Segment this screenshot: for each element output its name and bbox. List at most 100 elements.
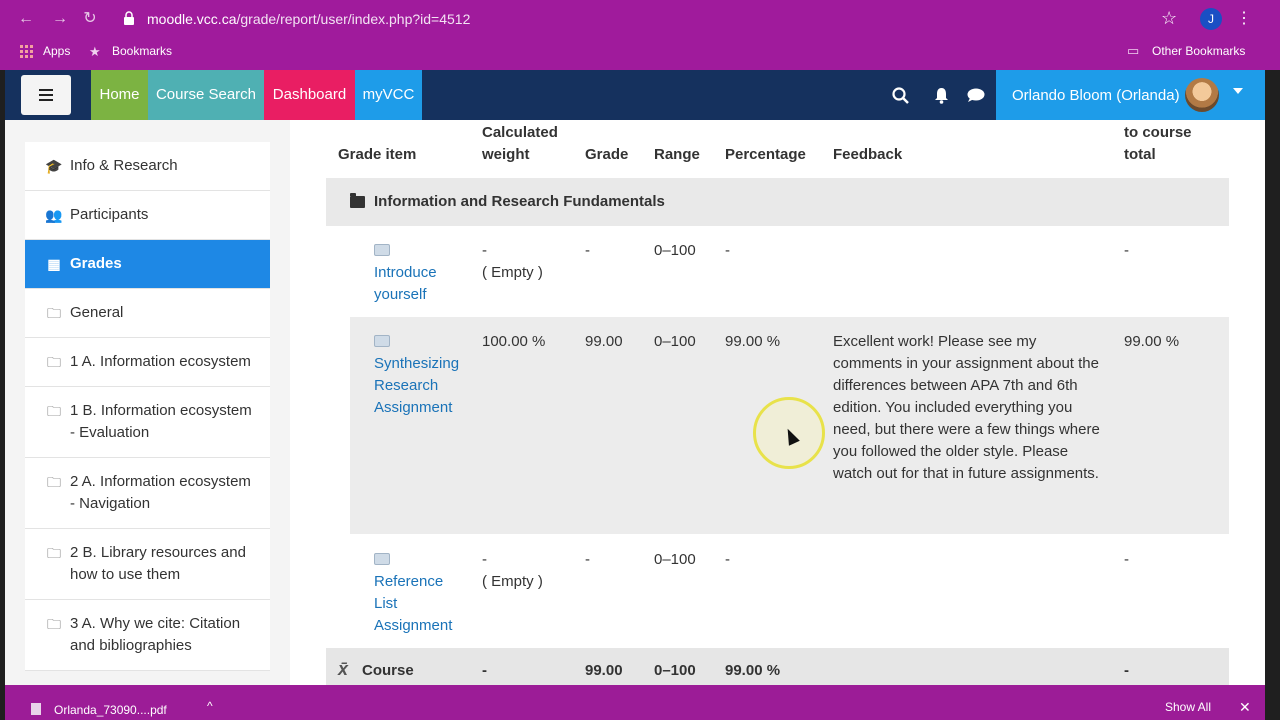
grade-value: - <box>585 551 590 568</box>
weight-value: - <box>482 551 487 568</box>
bell-icon[interactable] <box>934 87 949 104</box>
menu-toggle-button[interactable] <box>21 75 71 115</box>
chat-icon[interactable] <box>967 88 985 103</box>
user-avatar <box>1185 78 1219 112</box>
col-contribution: to course total <box>1124 124 1192 163</box>
folder-icon: 🗀 <box>47 403 61 419</box>
grade-value: - <box>585 242 590 259</box>
percentage-value: - <box>725 242 730 259</box>
folder-icon: 🗀 <box>47 354 61 370</box>
graduation-cap-icon: 🎓 <box>45 158 63 174</box>
star-icon: ★ <box>89 44 101 59</box>
nav-home[interactable]: Home <box>91 70 148 120</box>
feedback-text: Excellent work! Please see my comments i… <box>833 333 1100 482</box>
nav-myvcc[interactable]: myVCC <box>355 70 422 120</box>
nav-course-search[interactable]: Course Search <box>148 70 264 120</box>
course-total-row: x̄ Course - 99.00 0–100 99.00 % - <box>326 648 1229 685</box>
contribution-value: - <box>1124 242 1129 259</box>
grade-value: 99.00 <box>585 333 623 350</box>
sidebar-item-1b[interactable]: 🗀 1 B. Information ecosystem - Evaluatio… <box>25 387 270 458</box>
total-weight: - <box>482 662 487 679</box>
search-icon[interactable] <box>892 87 909 104</box>
weight-note: ( Empty ) <box>482 573 543 590</box>
weight-note: ( Empty ) <box>482 264 543 281</box>
sidebar-item-label: General <box>70 304 124 321</box>
other-bookmarks[interactable]: Other Bookmarks <box>1152 44 1245 58</box>
assignment-icon <box>374 244 390 256</box>
range-value: 0–100 <box>654 333 696 350</box>
sidebar-item-label: Grades <box>70 255 122 272</box>
contribution-value: 99.00 % <box>1124 333 1180 350</box>
folder-icon <box>350 193 365 208</box>
user-menu[interactable]: Orlando Bloom (Orlanda) <box>996 70 1265 120</box>
total-grade: 99.00 <box>585 662 623 679</box>
show-all-button[interactable]: Show All <box>1151 693 1225 720</box>
sidebar-item-participants[interactable]: 👥 Participants <box>25 191 270 240</box>
table-icon: ▦ <box>47 256 61 272</box>
sidebar-item-3a[interactable]: 🗀 3 A. Why we cite: Citation and bibliog… <box>25 600 270 671</box>
user-name: Orlando Bloom (Orlanda) <box>1012 87 1180 104</box>
download-bar: Orlanda_73090....pdf ^ Show All ✕ <box>5 685 1265 720</box>
bookmarks-link[interactable]: Bookmarks <box>112 44 172 58</box>
sidebar-item-label: Participants <box>70 206 149 223</box>
sigma-icon: x̄ <box>338 659 349 679</box>
col-feedback: Feedback <box>833 146 903 163</box>
grade-item-link[interactable]: Introduce yourself <box>374 262 464 306</box>
col-grade-item: Grade item <box>338 146 417 163</box>
category-row: Information and Research Fundamentals <box>326 178 1229 226</box>
sidebar-item-2b[interactable]: 🗀 2 B. Library resources and how to use … <box>25 529 270 600</box>
weight-value: 100.00 % <box>482 333 546 350</box>
apps-bookmark[interactable]: Apps <box>43 44 70 58</box>
address-row: ← → ↻ moodle.vcc.ca/grade/report/user/in… <box>0 0 1280 38</box>
bookmarks-bar: Apps ★ Bookmarks ▭ Other Bookmarks <box>0 38 1280 70</box>
col-percentage: Percentage <box>725 146 806 163</box>
nav-dashboard[interactable]: Dashboard <box>264 70 355 120</box>
url-host: moodle.vcc.ca <box>147 11 237 27</box>
folder-icon: ▭ <box>1127 43 1140 58</box>
sidebar-item-grades[interactable]: ▦ Grades <box>25 240 270 289</box>
percentage-value: - <box>725 551 730 568</box>
close-icon[interactable]: ✕ <box>1239 699 1251 716</box>
folder-icon: 🗀 <box>47 305 61 321</box>
total-range: 0–100 <box>654 662 696 679</box>
sidebar-item-label: 1 B. Information ecosystem - Evaluation <box>70 402 252 441</box>
chevron-down-icon <box>1233 88 1243 94</box>
sidebar-item-2a[interactable]: 🗀 2 A. Information ecosystem - Navigatio… <box>25 458 270 529</box>
url-path: /grade/report/user/index.php?id=4512 <box>236 11 471 27</box>
folder-icon: 🗀 <box>47 474 61 490</box>
site-header: Home Course Search Dashboard myVCC Orlan… <box>5 70 1265 120</box>
total-label: Course <box>362 662 414 679</box>
reload-icon[interactable]: ↻ <box>80 9 100 29</box>
lock-icon <box>124 11 134 25</box>
more-menu-icon[interactable]: ⋮ <box>1236 8 1252 28</box>
total-contribution: - <box>1124 662 1129 679</box>
total-percentage: 99.00 % <box>725 662 781 679</box>
grade-item-link[interactable]: Synthesizing Research Assignment <box>374 353 469 419</box>
sidebar-item-1a[interactable]: 🗀 1 A. Information ecosystem <box>25 338 270 387</box>
pdf-file-icon <box>31 703 41 715</box>
weight-value: - <box>482 242 487 259</box>
address-bar[interactable]: moodle.vcc.ca/grade/report/user/index.ph… <box>147 11 470 27</box>
sidebar-item-label: 2 B. Library resources and how to use th… <box>70 544 246 583</box>
contribution-value: - <box>1124 551 1129 568</box>
col-grade: Grade <box>585 146 629 163</box>
table-row: Introduce yourself - ( Empty ) - 0–100 -… <box>350 226 1229 317</box>
sidebar-item-label: 1 A. Information ecosystem <box>70 353 251 370</box>
assignment-icon <box>374 553 390 565</box>
profile-avatar[interactable]: J <box>1200 8 1222 30</box>
bookmark-star-icon[interactable]: ☆ <box>1161 8 1177 29</box>
sidebar-item-label: Info & Research <box>70 157 178 174</box>
users-icon: 👥 <box>45 207 63 223</box>
download-item[interactable]: Orlanda_73090....pdf <box>54 703 167 717</box>
forward-arrow-icon[interactable]: → <box>50 9 70 29</box>
back-arrow-icon[interactable]: ← <box>16 9 36 29</box>
grade-item-link[interactable]: Reference List Assignment <box>374 571 464 637</box>
col-range: Range <box>654 146 700 163</box>
table-row: Reference List Assignment - ( Empty ) - … <box>350 534 1229 648</box>
sidebar-item-info-research[interactable]: 🎓 Info & Research <box>25 142 270 191</box>
range-value: 0–100 <box>654 242 696 259</box>
sidebar-item-general[interactable]: 🗀 General <box>25 289 270 338</box>
percentage-value: 99.00 % <box>725 333 781 350</box>
folder-icon: 🗀 <box>47 616 61 632</box>
chevron-up-icon[interactable]: ^ <box>207 699 213 713</box>
